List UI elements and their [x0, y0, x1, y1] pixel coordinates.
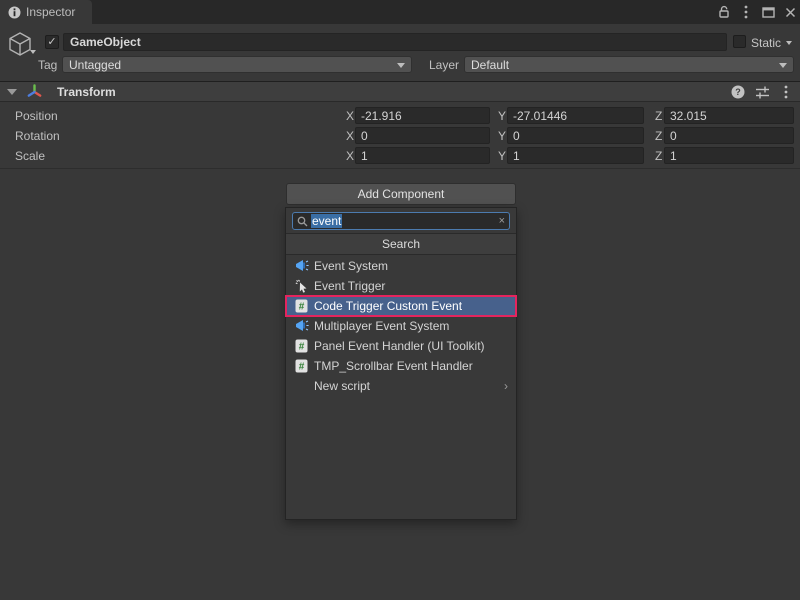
- rotation-x-field[interactable]: 0: [355, 127, 490, 144]
- axis-y-label: Y: [498, 149, 506, 163]
- event-trigger-icon: [294, 279, 309, 294]
- static-flags-arrow[interactable]: [786, 41, 792, 45]
- layer-dropdown[interactable]: Default: [464, 56, 794, 73]
- tag-value: Untagged: [69, 58, 121, 72]
- svg-text:?: ?: [735, 87, 741, 97]
- axis-x-label: X: [346, 109, 354, 123]
- rotation-y-field[interactable]: 0: [507, 127, 644, 144]
- result-event-system[interactable]: Event System: [286, 256, 516, 276]
- tag-dropdown[interactable]: Untagged: [62, 56, 412, 73]
- divider: [0, 168, 800, 169]
- result-label: Panel Event Handler (UI Toolkit): [314, 339, 485, 353]
- axis-y-label: Y: [498, 109, 506, 123]
- chevron-down-icon: [779, 63, 787, 68]
- result-multiplayer-event-system[interactable]: Multiplayer Event System: [286, 316, 516, 336]
- result-event-trigger[interactable]: Event Trigger: [286, 276, 516, 296]
- search-results-header: Search: [286, 233, 516, 255]
- inspector-window: Inspector ✓ GameObjec: [0, 0, 800, 600]
- maximize-icon[interactable]: [760, 4, 776, 20]
- tab-label: Inspector: [26, 5, 75, 19]
- search-icon: [297, 216, 308, 227]
- axis-y-label: Y: [498, 129, 506, 143]
- window-controls: [716, 0, 798, 24]
- component-title: Transform: [57, 85, 116, 99]
- rotation-z-field[interactable]: 0: [664, 127, 794, 144]
- scale-z-field[interactable]: 1: [664, 147, 794, 164]
- kebab-menu-icon[interactable]: [778, 84, 794, 100]
- layer-label: Layer: [429, 58, 459, 72]
- gameobject-name-field[interactable]: GameObject: [63, 33, 727, 51]
- tab-inspector[interactable]: Inspector: [0, 0, 92, 24]
- close-icon[interactable]: [782, 4, 798, 20]
- static-label: Static: [751, 36, 781, 50]
- active-checkbox[interactable]: ✓: [45, 35, 59, 49]
- position-y-field[interactable]: -27.01446: [507, 107, 644, 124]
- gameobject-cube-icon[interactable]: [6, 30, 40, 60]
- svg-text:#: #: [299, 342, 305, 353]
- axis-z-label: Z: [655, 109, 662, 123]
- add-component-popup: event × Search Event System Event Trigge…: [285, 207, 517, 520]
- result-panel-event-handler[interactable]: # Panel Event Handler (UI Toolkit): [286, 336, 516, 356]
- result-label: Multiplayer Event System: [314, 319, 449, 333]
- unlock-icon[interactable]: [716, 4, 732, 20]
- axis-x-label: X: [346, 149, 354, 163]
- info-icon: [8, 6, 21, 19]
- add-component-button[interactable]: Add Component: [286, 183, 516, 205]
- svg-text:#: #: [299, 362, 305, 373]
- layer-value: Default: [471, 58, 509, 72]
- result-label: New script: [314, 379, 370, 393]
- svg-text:#: #: [299, 302, 305, 313]
- scale-x-field[interactable]: 1: [355, 147, 490, 164]
- event-system-icon: [294, 319, 309, 334]
- search-input[interactable]: event ×: [292, 212, 510, 230]
- scale-y-field[interactable]: 1: [507, 147, 644, 164]
- result-code-trigger-custom-event[interactable]: # Code Trigger Custom Event: [286, 296, 516, 316]
- static-checkbox[interactable]: [733, 35, 746, 48]
- foldout-arrow-icon[interactable]: [7, 89, 17, 95]
- transform-header[interactable]: Transform ?: [0, 81, 800, 102]
- event-system-icon: [294, 259, 309, 274]
- position-z-field[interactable]: 32.015: [664, 107, 794, 124]
- presets-icon[interactable]: [754, 84, 770, 100]
- icon-picker-arrow[interactable]: [30, 50, 36, 54]
- axis-x-label: X: [346, 129, 354, 143]
- result-label: TMP_Scrollbar Event Handler: [314, 359, 473, 373]
- search-results-list: Event System Event Trigger # Code Trigge…: [286, 256, 516, 396]
- position-label: Position: [15, 109, 58, 123]
- clear-search-icon[interactable]: ×: [499, 215, 505, 227]
- tag-label: Tag: [38, 58, 57, 72]
- kebab-menu-icon[interactable]: [738, 4, 754, 20]
- submenu-chevron-icon: ›: [504, 379, 508, 393]
- csharp-script-icon: #: [294, 339, 309, 354]
- axis-z-label: Z: [655, 149, 662, 163]
- result-label: Event System: [314, 259, 388, 273]
- rotation-label: Rotation: [15, 129, 60, 143]
- result-label: Event Trigger: [314, 279, 385, 293]
- result-tmp-scrollbar-event-handler[interactable]: # TMP_Scrollbar Event Handler: [286, 356, 516, 376]
- csharp-script-icon: #: [294, 359, 309, 374]
- chevron-down-icon: [397, 63, 405, 68]
- search-value: event: [311, 214, 342, 228]
- help-icon[interactable]: ?: [730, 84, 746, 100]
- result-label: Code Trigger Custom Event: [314, 299, 462, 313]
- axis-z-label: Z: [655, 129, 662, 143]
- title-bar: Inspector: [0, 0, 800, 24]
- result-new-script[interactable]: New script ›: [286, 376, 516, 396]
- position-x-field[interactable]: -21.916: [355, 107, 490, 124]
- csharp-script-icon: #: [294, 299, 309, 314]
- transform-icon: [26, 83, 43, 100]
- scale-label: Scale: [15, 149, 45, 163]
